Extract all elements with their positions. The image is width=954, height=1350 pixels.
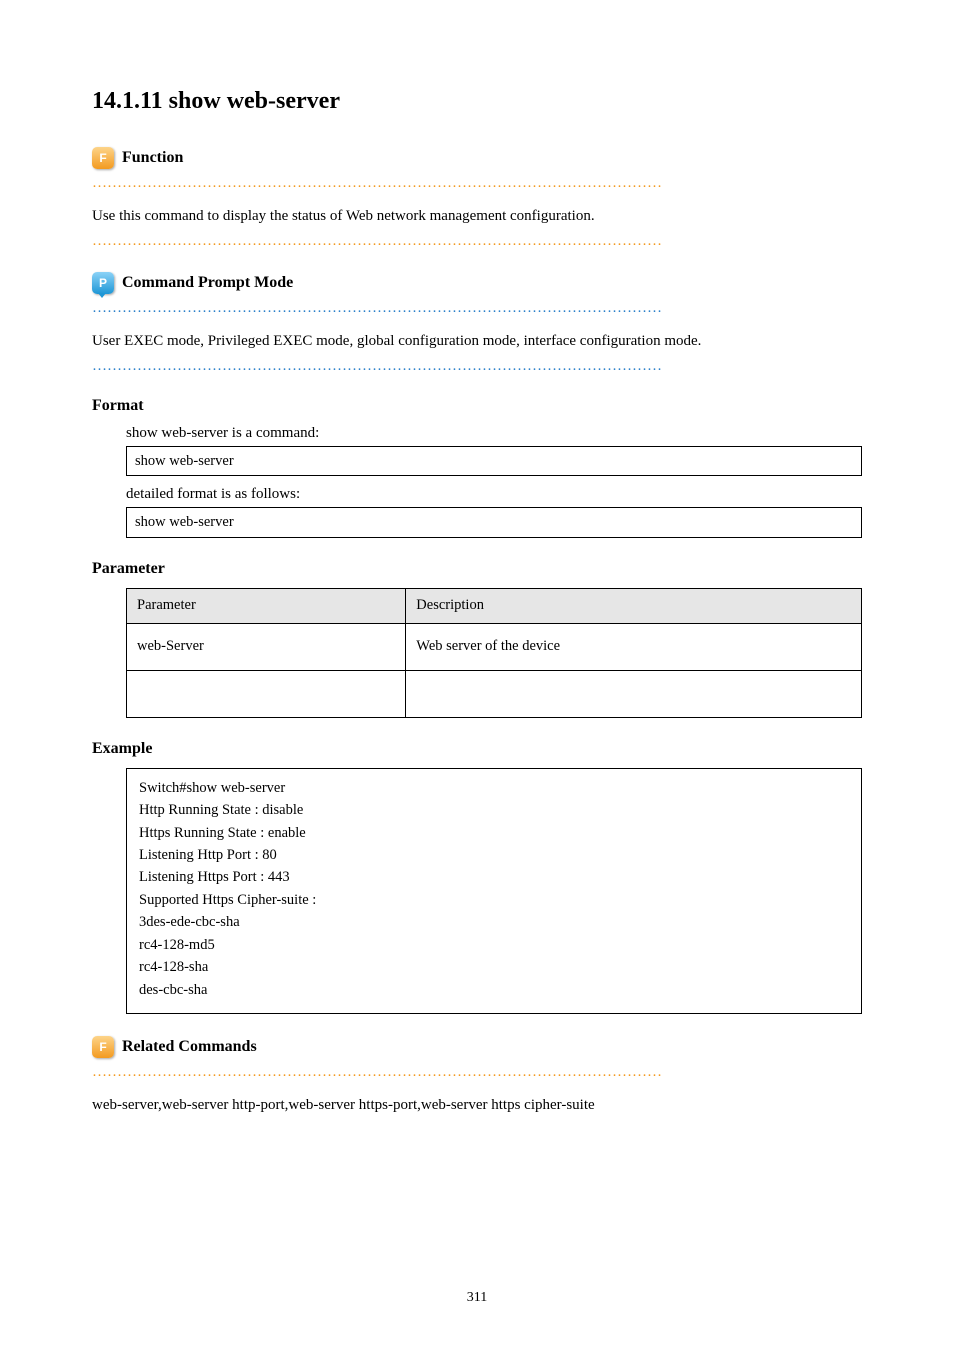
table-header-row: Parameter Description [127,588,862,623]
format-label-1: show web-server is a command: [126,425,862,442]
heading-parameter: Parameter [92,560,862,578]
td-desc: Web server of the device [406,623,862,670]
example-block: Switch#show web-server Http Running Stat… [126,768,862,1015]
td-param: web-Server [127,623,406,670]
format-detailed-box: show web-server [126,507,862,537]
section-function: F Function ……………………………………………………………………………… [92,147,862,250]
folder-icon: F [92,1036,114,1058]
divider-dots: …………………………………………………………………………………………………… [92,1064,862,1081]
heading-related: Related Commands [122,1038,257,1056]
divider-dots: …………………………………………………………………………………………………… [92,300,862,317]
th-param: Parameter [127,588,406,623]
parameter-table: Parameter Description web-Server Web ser… [126,588,862,718]
divider-dots: …………………………………………………………………………………………………… [92,233,862,250]
table-row: web-Server Web server of the device [127,623,862,670]
heading-example: Example [92,740,862,758]
section-related: F Related Commands ………………………………………………………… [92,1036,862,1116]
divider-dots: …………………………………………………………………………………………………… [92,175,862,192]
related-body: web-server,web-server http-port,web-serv… [92,1095,862,1116]
prompt-icon: P [92,272,114,294]
heading-prompt: Command Prompt Mode [122,274,293,292]
td-desc-empty [406,670,862,717]
section-prompt: P Command Prompt Mode ………………………………………………… [92,272,862,375]
th-desc: Description [406,588,862,623]
format-command-box: show web-server [126,446,862,476]
format-block: show web-server is a command: show web-s… [126,425,862,538]
heading-function: Function [122,149,183,167]
divider-dots: …………………………………………………………………………………………………… [92,358,862,375]
page-number: 311 [0,1290,954,1306]
td-param-empty [127,670,406,717]
format-label-2: detailed format is as follows: [126,486,862,503]
prompt-body: User EXEC mode, Privileged EXEC mode, gl… [92,331,862,352]
folder-icon: F [92,147,114,169]
table-row [127,670,862,717]
page-title: 14.1.11 show web-server [92,88,862,115]
example-code: Switch#show web-server Http Running Stat… [126,768,862,1015]
function-body: Use this command to display the status o… [92,206,862,227]
heading-format: Format [92,397,862,415]
parameter-block: Parameter Description web-Server Web ser… [126,588,862,718]
